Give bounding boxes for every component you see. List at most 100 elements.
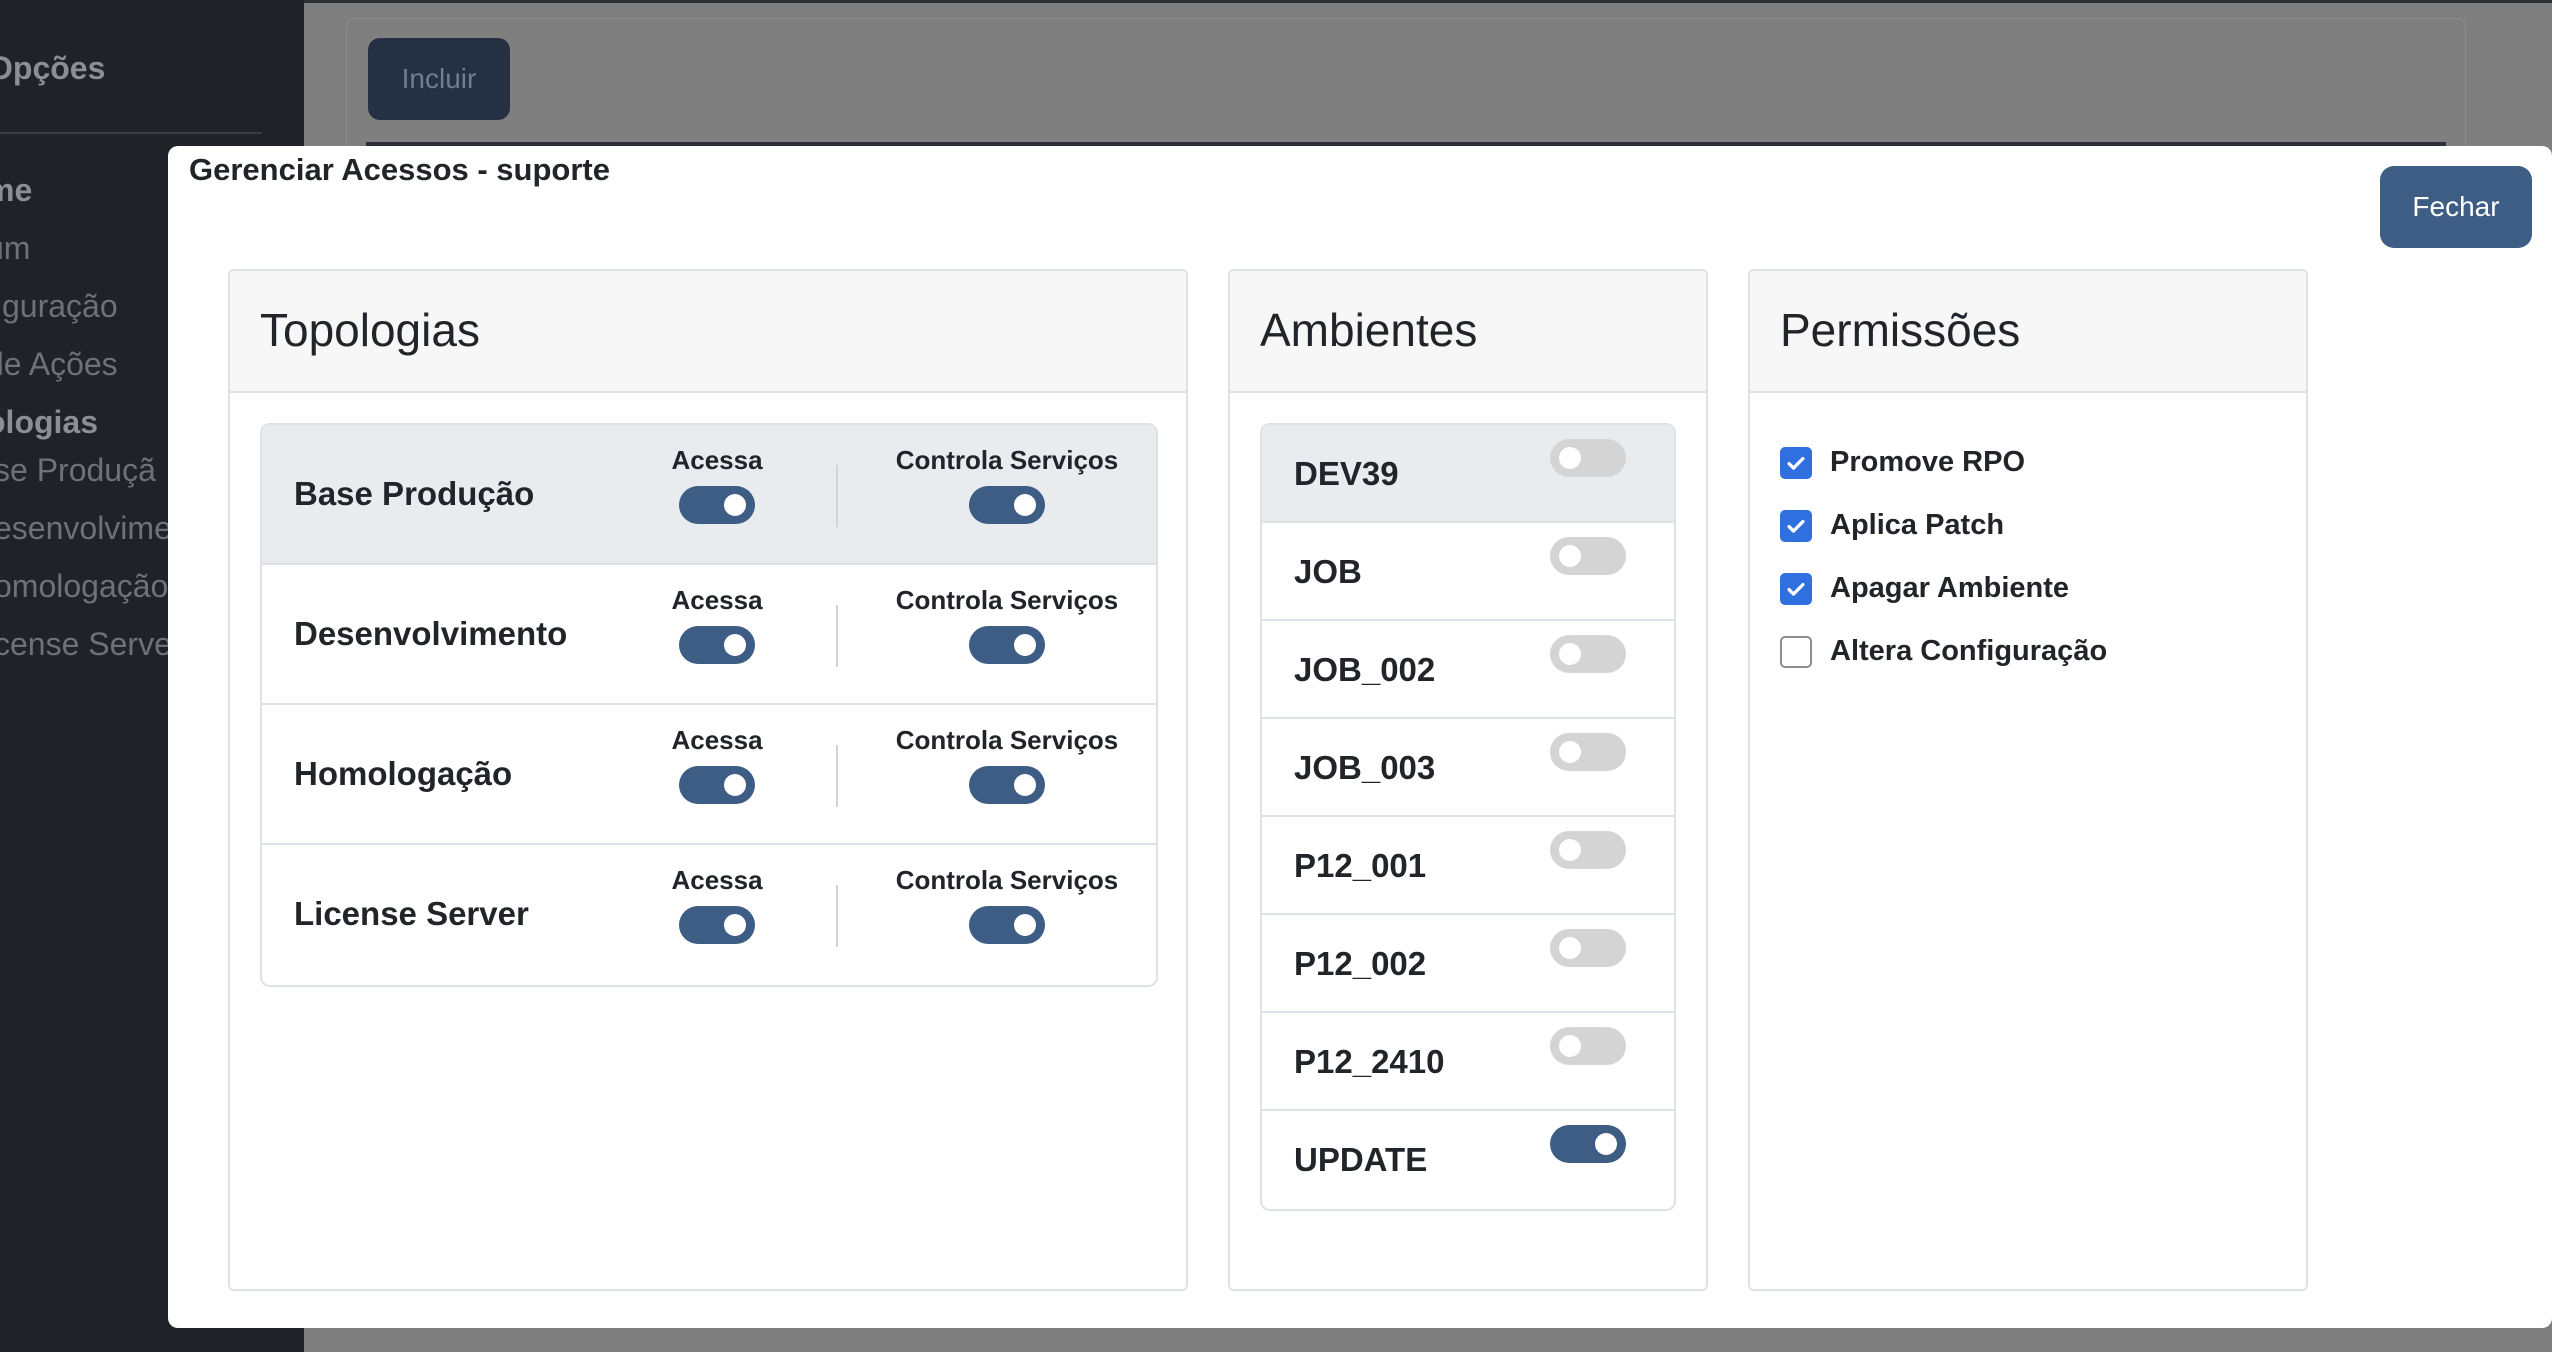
toggle-knob	[1559, 741, 1581, 763]
ambiente-row[interactable]: UPDATE	[1262, 1111, 1674, 1209]
toggle-knob	[1559, 1035, 1581, 1057]
sidebar-item-homologacao[interactable]: omologação	[0, 568, 168, 605]
topologia-row-homologacao[interactable]: Homologação Acessa Controla Serviços	[262, 705, 1156, 845]
sidebar-item-base-producao[interactable]: se Produçã	[0, 452, 156, 489]
acessa-toggle[interactable]	[679, 626, 755, 664]
ambiente-row[interactable]: DEV39	[1262, 425, 1674, 523]
ambiente-toggle[interactable]	[1550, 439, 1626, 477]
toggle-knob	[724, 774, 746, 796]
acessa-column: Acessa	[662, 865, 772, 949]
ambiente-name: P12_001	[1294, 847, 1427, 884]
checkmark-icon	[1787, 519, 1805, 533]
ambiente-row[interactable]: JOB_003	[1262, 719, 1674, 817]
toggle-knob	[1014, 634, 1036, 656]
permissoes-list: Promove RPO Aplica Patch Apagar Ambiente…	[1780, 431, 2107, 683]
controla-label: Controla Serviços	[895, 445, 1119, 475]
controla-column: Controla Serviços	[882, 445, 1132, 529]
checkbox[interactable]	[1780, 635, 1812, 668]
topologia-name: License Server	[294, 895, 529, 932]
ambiente-row[interactable]: P12_002	[1262, 915, 1674, 1013]
acessa-toggle[interactable]	[679, 486, 755, 524]
permissao-label[interactable]: Promove RPO	[1830, 446, 2025, 479]
ambientes-card: Ambientes DEV39 JOB JOB_002 JOB_003 P12_…	[1228, 269, 1708, 1291]
ambiente-toggle[interactable]	[1550, 1027, 1626, 1065]
ambiente-row[interactable]: JOB	[1262, 523, 1674, 621]
controla-toggle[interactable]	[969, 766, 1045, 804]
toggle-knob	[1559, 447, 1581, 469]
toggle-knob	[1559, 937, 1581, 959]
acessa-label: Acessa	[671, 865, 763, 895]
acessa-label: Acessa	[671, 585, 763, 615]
sidebar-item-forum[interactable]: um	[0, 230, 30, 267]
controla-column: Controla Serviços	[882, 865, 1132, 949]
acessa-toggle[interactable]	[679, 906, 755, 944]
controla-label: Controla Serviços	[895, 865, 1119, 895]
toggle-knob	[724, 494, 746, 516]
permissao-label[interactable]: Altera Configuração	[1830, 635, 2107, 668]
permissao-item[interactable]: Aplica Patch	[1780, 494, 2107, 557]
toggle-knob	[1559, 545, 1581, 567]
toggle-knob	[724, 634, 746, 656]
controla-label: Controla Serviços	[895, 725, 1119, 755]
sidebar-item-configuracao[interactable]: figuração	[0, 288, 118, 325]
toggle-knob	[1559, 643, 1581, 665]
permissao-label[interactable]: Apagar Ambiente	[1830, 572, 2069, 605]
acessa-column: Acessa	[662, 445, 772, 529]
ambiente-toggle[interactable]	[1550, 733, 1626, 771]
sidebar-divider	[0, 132, 262, 134]
acessa-column: Acessa	[662, 725, 772, 809]
permissao-label[interactable]: Aplica Patch	[1830, 509, 2004, 542]
ambiente-toggle[interactable]	[1550, 929, 1626, 967]
ambientes-header: Ambientes	[1230, 271, 1706, 393]
checkbox[interactable]	[1780, 446, 1812, 479]
controla-column: Controla Serviços	[882, 585, 1132, 669]
permissao-item[interactable]: Promove RPO	[1780, 431, 2107, 494]
permissao-item[interactable]: Altera Configuração	[1780, 620, 2107, 683]
sidebar-title: Opções	[0, 50, 106, 86]
topologias-list: Base Produção Acessa Controla Serviços D…	[260, 423, 1158, 987]
permissoes-header: Permissões	[1750, 271, 2306, 393]
ambiente-name: JOB_003	[1294, 749, 1436, 786]
ambiente-toggle[interactable]	[1550, 635, 1626, 673]
ambiente-row[interactable]: JOB_002	[1262, 621, 1674, 719]
ambiente-row[interactable]: P12_2410	[1262, 1013, 1674, 1111]
sidebar-item-home[interactable]: me	[0, 172, 32, 209]
checkbox[interactable]	[1780, 509, 1812, 542]
topologia-row-license-server[interactable]: License Server Acessa Controla Serviços	[262, 845, 1156, 985]
ambiente-name: P12_2410	[1294, 1043, 1445, 1080]
controla-toggle[interactable]	[969, 626, 1045, 664]
include-button[interactable]: Incluir	[368, 38, 510, 120]
topologia-name: Base Produção	[294, 475, 535, 512]
toggle-knob	[1014, 494, 1036, 516]
toggle-knob	[724, 914, 746, 936]
column-separator	[836, 885, 838, 947]
ambiente-name: DEV39	[1294, 455, 1399, 492]
acessa-column: Acessa	[662, 585, 772, 669]
permissao-item[interactable]: Apagar Ambiente	[1780, 557, 2107, 620]
topologias-card: Topologias Base Produção Acessa Controla…	[228, 269, 1188, 1291]
controla-label: Controla Serviços	[895, 585, 1119, 615]
controla-toggle[interactable]	[969, 906, 1045, 944]
ambiente-name: UPDATE	[1294, 1141, 1428, 1178]
acessa-toggle[interactable]	[679, 766, 755, 804]
toggle-knob	[1014, 914, 1036, 936]
column-separator	[836, 605, 838, 667]
ambiente-row[interactable]: P12_001	[1262, 817, 1674, 915]
ambiente-toggle[interactable]	[1550, 1125, 1626, 1163]
ambiente-toggle[interactable]	[1550, 537, 1626, 575]
sidebar-item-license-server[interactable]: cense Serve	[0, 626, 172, 663]
toggle-knob	[1014, 774, 1036, 796]
controla-column: Controla Serviços	[882, 725, 1132, 809]
topologia-name: Homologação	[294, 755, 513, 792]
column-separator	[836, 745, 838, 807]
checkmark-icon	[1787, 582, 1805, 596]
topologia-row-desenvolvimento[interactable]: Desenvolvimento Acessa Controla Serviços	[262, 565, 1156, 705]
controla-toggle[interactable]	[969, 486, 1045, 524]
ambiente-toggle[interactable]	[1550, 831, 1626, 869]
sidebar-item-desenvolvimento[interactable]: esenvolvime	[0, 510, 172, 547]
sidebar-item-log-acoes[interactable]: de Ações	[0, 346, 118, 383]
topologia-row-base-producao[interactable]: Base Produção Acessa Controla Serviços	[262, 425, 1156, 565]
close-button[interactable]: Fechar	[2380, 166, 2532, 248]
sidebar-item-topologias[interactable]: ologias	[0, 404, 98, 441]
checkbox[interactable]	[1780, 572, 1812, 605]
